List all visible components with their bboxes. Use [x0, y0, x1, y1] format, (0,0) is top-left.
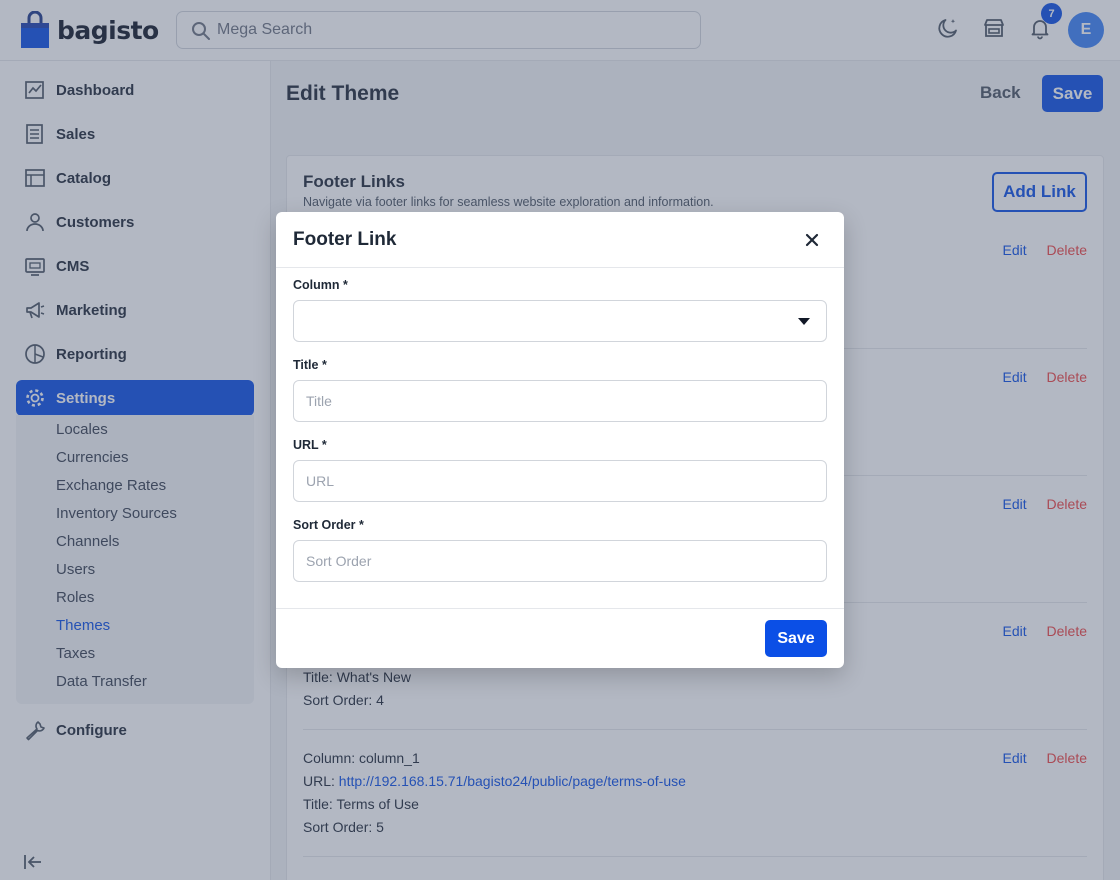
- modal-footer: Save: [276, 608, 844, 668]
- title-field: [293, 380, 827, 422]
- column-select[interactable]: [293, 300, 827, 342]
- sort-order-input[interactable]: [294, 541, 826, 581]
- title-label: Title *: [293, 358, 327, 372]
- sort-order-label: Sort Order *: [293, 518, 364, 532]
- sort-order-field: [293, 540, 827, 582]
- title-input[interactable]: [294, 381, 826, 421]
- modal-title: Footer Link: [293, 229, 397, 250]
- url-field: [293, 460, 827, 502]
- modal-save-button[interactable]: Save: [765, 620, 827, 657]
- url-input[interactable]: [294, 461, 826, 501]
- chevron-down-icon: [798, 318, 810, 325]
- modal-header: Footer Link: [276, 212, 844, 268]
- url-label: URL *: [293, 438, 327, 452]
- close-icon[interactable]: [802, 230, 822, 250]
- footer-link-modal: Footer Link Column * Title * URL * Sort …: [276, 212, 844, 668]
- column-label: Column *: [293, 278, 348, 292]
